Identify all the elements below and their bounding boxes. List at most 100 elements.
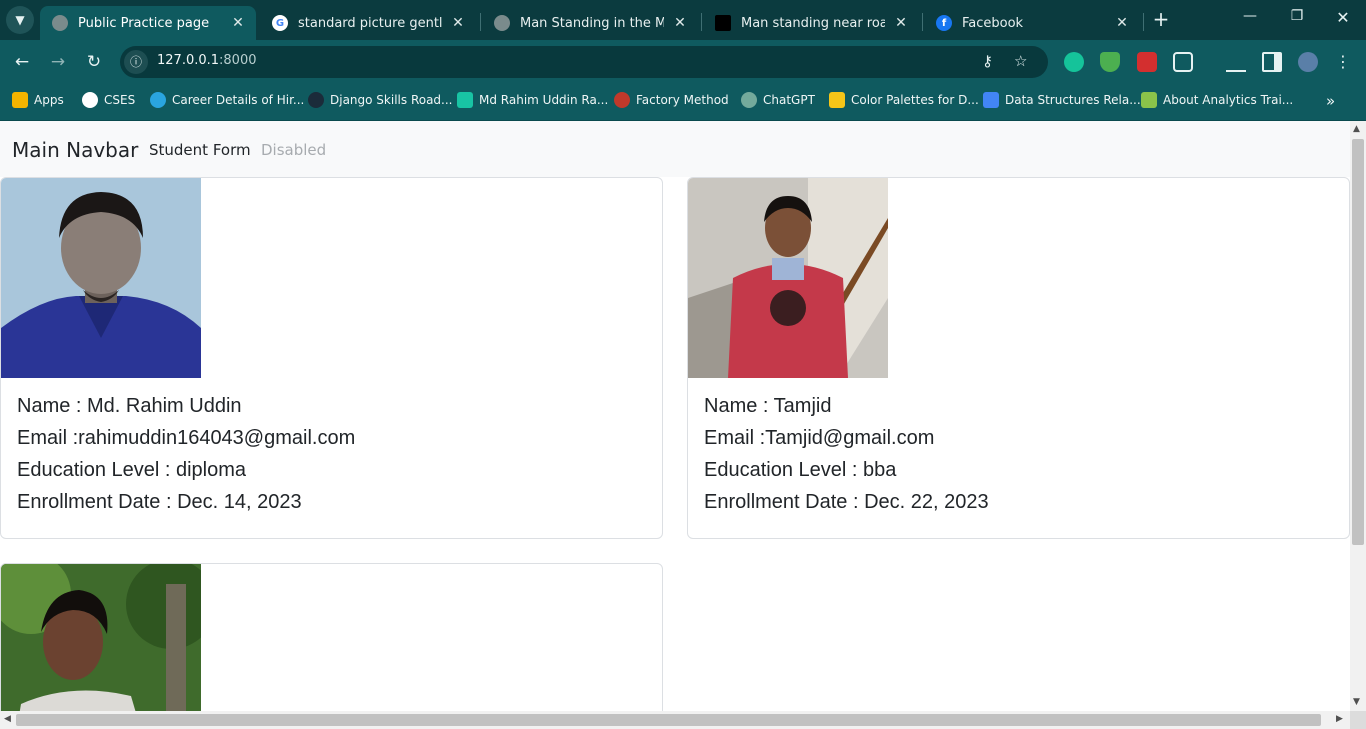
- tab-facebook[interactable]: f Facebook ✕: [924, 6, 1140, 40]
- globe-icon: [52, 15, 68, 31]
- globe-icon: [494, 15, 510, 31]
- bookmark-label: Apps: [34, 93, 64, 107]
- student-name: Name : Md. Rahim Uddin: [17, 395, 242, 417]
- tab-separator: [1143, 13, 1144, 31]
- globe-icon: [82, 92, 98, 108]
- side-panel-icon[interactable]: [1262, 52, 1282, 72]
- student-card: [0, 563, 663, 711]
- address-bar[interactable]: ⓘ 127.0.0.1:8000 ⚷ ☆: [120, 46, 1048, 78]
- extensions-puzzle-icon[interactable]: [1173, 52, 1193, 72]
- docs-icon: [983, 92, 999, 108]
- bookmark-factory-method[interactable]: Factory Method: [614, 92, 729, 108]
- back-arrow-icon[interactable]: ←: [10, 50, 34, 74]
- tab-standard-picture[interactable]: G standard picture gentle size ✕: [260, 6, 476, 40]
- nav-link-student-form[interactable]: Student Form: [149, 141, 251, 159]
- password-key-icon[interactable]: ⚷: [982, 52, 993, 70]
- close-tab-icon[interactable]: ✕: [672, 15, 688, 31]
- career-icon: [150, 92, 166, 108]
- tab-man-standing-middle[interactable]: Man Standing in the Middle ✕: [482, 6, 698, 40]
- site-info-icon[interactable]: ⓘ: [124, 50, 148, 74]
- student-card: Name : Md. Rahim Uddin Email :rahimuddin…: [0, 177, 663, 539]
- student-card: Name : Tamjid Email :Tamjid@gmail.com Ed…: [687, 177, 1350, 539]
- bookmark-label: Md Rahim Uddin Ra...: [479, 93, 609, 107]
- tab-strip: ▼ Public Practice page ✕ G standard pict…: [0, 0, 1366, 40]
- bookmark-chatgpt[interactable]: ChatGPT: [741, 92, 815, 108]
- profile-avatar[interactable]: [1298, 52, 1318, 72]
- bookmark-label: ChatGPT: [763, 93, 815, 107]
- bookmark-career[interactable]: Career Details of Hir...: [150, 92, 304, 108]
- bookmark-color-palettes[interactable]: Color Palettes for D...: [829, 92, 979, 108]
- close-tab-icon[interactable]: ✕: [230, 15, 246, 31]
- page-viewport: Main Navbar Student Form Disabled Name :…: [0, 121, 1350, 711]
- bookmarks-bar: Apps CSES Career Details of Hir... Djang…: [0, 84, 1366, 121]
- student-photo: [1, 564, 201, 711]
- forward-arrow-icon[interactable]: →: [46, 50, 70, 74]
- nav-link-disabled: Disabled: [261, 141, 327, 159]
- bookmark-django[interactable]: Django Skills Road...: [308, 92, 453, 108]
- vertical-scrollbar[interactable]: ▲ ▼: [1350, 121, 1366, 711]
- bookmark-label: Django Skills Road...: [330, 93, 453, 107]
- bookmark-analytics[interactable]: About Analytics Trai...: [1141, 92, 1293, 108]
- url-port: :8000: [219, 53, 257, 68]
- student-enrollment: Enrollment Date : Dec. 14, 2023: [17, 491, 302, 513]
- tab-title: standard picture gentle size: [298, 15, 442, 31]
- bookmark-label: About Analytics Trai...: [1163, 93, 1294, 107]
- unsplash-icon: [715, 15, 731, 31]
- tab-separator: [701, 13, 702, 31]
- django-icon: [308, 92, 324, 108]
- scroll-up-icon[interactable]: ▲: [1353, 124, 1360, 134]
- bookmark-profile[interactable]: Md Rahim Uddin Ra...: [457, 92, 608, 108]
- bookmark-label: Color Palettes for D...: [851, 93, 979, 107]
- shield-extension-icon[interactable]: [1100, 52, 1120, 72]
- close-tab-icon[interactable]: ✕: [1114, 15, 1130, 31]
- navbar-brand[interactable]: Main Navbar: [12, 138, 138, 162]
- bookmark-cses[interactable]: CSES: [82, 92, 135, 108]
- scroll-left-icon[interactable]: ◀: [4, 714, 11, 724]
- bookmark-label: CSES: [104, 93, 136, 107]
- tab-man-standing-road[interactable]: Man standing near road nex ✕: [703, 6, 919, 40]
- student-email: Email :Tamjid@gmail.com: [704, 427, 935, 449]
- palette-icon: [829, 92, 845, 108]
- tab-separator: [480, 13, 481, 31]
- new-tab-button[interactable]: +: [1150, 8, 1172, 30]
- tab-title: Man Standing in the Middle: [520, 15, 664, 31]
- bookmark-star-icon[interactable]: ☆: [1014, 52, 1027, 70]
- bookmark-data-structures[interactable]: Data Structures Rela...: [983, 92, 1141, 108]
- student-photo: [688, 178, 888, 378]
- url-text[interactable]: 127.0.0.1:8000: [157, 53, 257, 68]
- tab-title: Public Practice page: [78, 15, 210, 31]
- scroll-right-icon[interactable]: ▶: [1336, 714, 1343, 724]
- tab-title: Man standing near road nex: [741, 15, 885, 31]
- close-tab-icon[interactable]: ✕: [450, 15, 466, 31]
- apps-grid-icon: [12, 92, 28, 108]
- window-close-icon[interactable]: ✕: [1331, 8, 1355, 27]
- horizontal-scrollbar[interactable]: ◀ ▶: [0, 711, 1350, 729]
- tab-public-practice[interactable]: Public Practice page ✕: [40, 6, 256, 40]
- more-bookmarks-icon[interactable]: »: [1326, 92, 1335, 110]
- student-education: Education Level : diploma: [17, 459, 247, 481]
- google-icon: G: [272, 15, 288, 31]
- browser-toolbar: ← → ↻ ⓘ 127.0.0.1:8000 ⚷ ☆ ⋮: [0, 40, 1366, 84]
- horizontal-scroll-thumb[interactable]: [16, 714, 1321, 726]
- student-education: Education Level : bba: [704, 459, 897, 481]
- scroll-down-icon[interactable]: ▼: [1353, 697, 1360, 707]
- tab-search-icon[interactable]: ▼: [6, 6, 34, 34]
- vertical-scroll-thumb[interactable]: [1352, 139, 1364, 545]
- grammarly-icon[interactable]: [1064, 52, 1084, 72]
- bookmark-apps[interactable]: Apps: [12, 92, 64, 108]
- url-host: 127.0.0.1: [157, 53, 220, 68]
- raccoon-icon: [614, 92, 630, 108]
- tab-separator: [922, 13, 923, 31]
- tab-title: Facebook: [962, 15, 1024, 31]
- student-enrollment: Enrollment Date : Dec. 22, 2023: [704, 491, 989, 513]
- restore-icon[interactable]: ❐: [1285, 8, 1309, 24]
- minimize-icon[interactable]: —: [1238, 8, 1262, 24]
- red-extension-icon[interactable]: [1137, 52, 1157, 72]
- close-tab-icon[interactable]: ✕: [893, 15, 909, 31]
- menu-dots-icon[interactable]: ⋮: [1331, 50, 1355, 74]
- download-icon[interactable]: [1226, 52, 1246, 72]
- student-email: Email :rahimuddin164043@gmail.com: [17, 427, 356, 449]
- reload-icon[interactable]: ↻: [82, 50, 106, 74]
- analytics-icon: [1141, 92, 1157, 108]
- main-navbar: Main Navbar Student Form Disabled: [0, 121, 1350, 177]
